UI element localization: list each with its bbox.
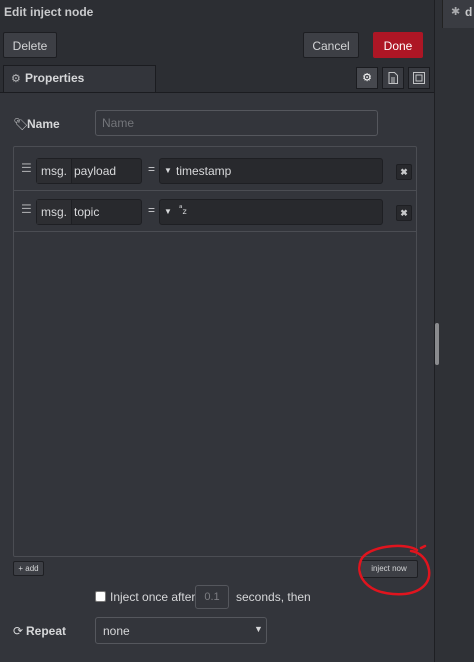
add-property-button[interactable]: + add xyxy=(13,561,44,576)
delete-button[interactable]: Delete xyxy=(3,32,57,58)
property-field-name: payload xyxy=(74,164,117,178)
property-field-input[interactable]: msg. payload xyxy=(36,158,142,184)
annotation-circle xyxy=(358,544,431,596)
panel-resize-handle[interactable] xyxy=(435,323,439,365)
property-field-name: topic xyxy=(74,205,100,219)
tab-appearance-layout-icon[interactable] xyxy=(408,67,430,89)
property-value-text: timestamp xyxy=(176,164,232,178)
type-dropdown-caret-icon[interactable]: ▼ xyxy=(160,200,176,224)
drag-handle-icon[interactable]: ☰ xyxy=(21,162,32,174)
equals-sign: = xyxy=(148,203,156,217)
equals-sign: = xyxy=(148,162,156,176)
name-input[interactable] xyxy=(95,110,378,136)
drag-handle-icon[interactable]: ☰ xyxy=(21,203,32,215)
type-dropdown-caret-icon[interactable]: ▼ xyxy=(160,159,176,183)
tray-title: Edit inject node xyxy=(4,5,94,19)
cancel-button[interactable]: Cancel xyxy=(303,32,359,58)
sidebar-tab-label: d xyxy=(465,5,473,19)
repeat-icon: ⟳ xyxy=(13,624,24,638)
remove-row-close-icon[interactable]: ✖ xyxy=(396,205,412,221)
bug-icon: ✱ xyxy=(451,6,461,18)
msg-prefix: msg. xyxy=(37,200,72,224)
tab-properties-label: Properties xyxy=(25,71,85,85)
property-field-input[interactable]: msg. topic xyxy=(36,199,142,225)
inject-once-checkbox[interactable] xyxy=(95,591,106,602)
msg-prefix: msg. xyxy=(37,159,72,183)
property-row-payload: ☰ msg. payload = ▼ timestamp ✖ xyxy=(14,149,416,191)
tag-icon: 🏷 xyxy=(13,117,29,131)
inject-once-suffix: seconds, then xyxy=(236,590,311,604)
remove-row-close-icon[interactable]: ✖ xyxy=(396,164,412,180)
name-label: Name xyxy=(27,117,60,131)
repeat-selected-value: none xyxy=(103,624,130,638)
done-button[interactable]: Done xyxy=(373,32,423,58)
repeat-label: Repeat xyxy=(26,624,67,638)
string-type-az-icon: ᵃz xyxy=(179,204,187,216)
chevron-down-icon: ▼ xyxy=(254,624,263,634)
inject-once-seconds-input[interactable]: 0.1 xyxy=(195,585,229,609)
tab-description-file-icon[interactable] xyxy=(382,67,404,89)
property-value-input[interactable]: ▼ timestamp xyxy=(159,158,383,184)
tray-toolbar xyxy=(0,28,434,63)
inject-once-label: Inject once after xyxy=(110,590,196,604)
sidebar-panel xyxy=(434,0,474,662)
property-value-input[interactable]: ▼ ᵃz xyxy=(159,199,383,225)
tab-settings-gear-icon[interactable]: ⚙ xyxy=(356,67,378,89)
add-label: add xyxy=(25,564,39,573)
gear-icon: ⚙ xyxy=(11,73,21,85)
property-row-topic: ☰ msg. topic = ▼ ᵃz ✖ xyxy=(14,190,416,232)
